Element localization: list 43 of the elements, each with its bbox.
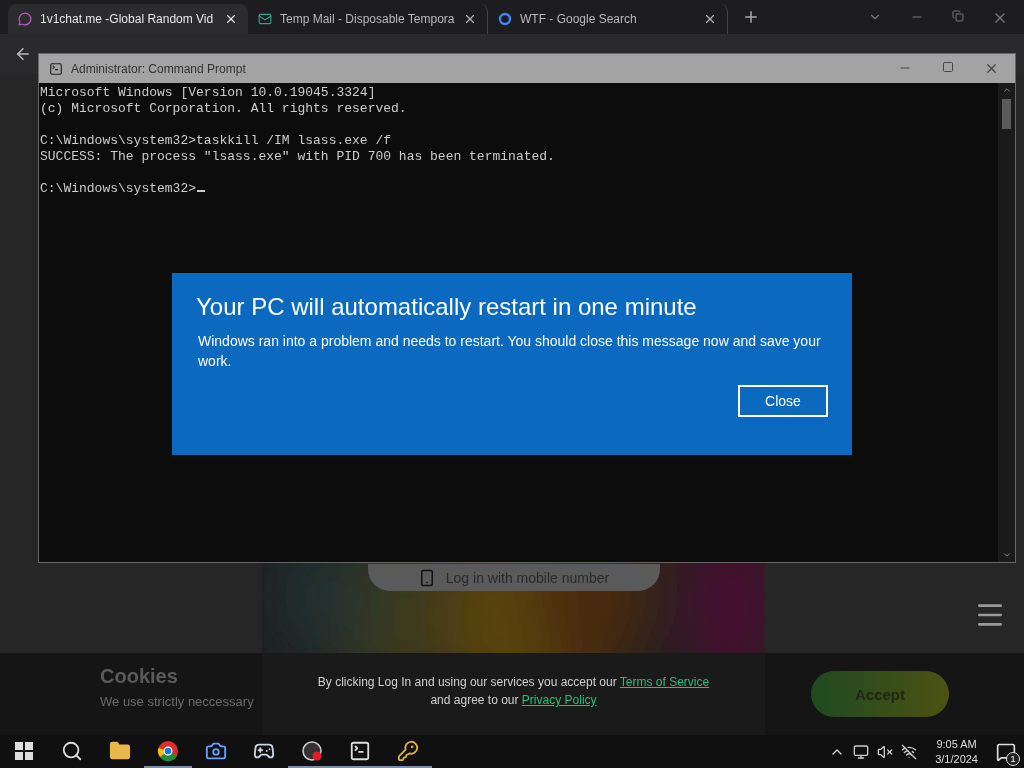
console-line: C:\Windows\system32> <box>40 181 197 196</box>
scroll-up-icon[interactable] <box>1001 85 1012 95</box>
terms-link[interactable]: Terms of Service <box>619 675 710 689</box>
scroll-down-icon[interactable] <box>1001 550 1012 560</box>
close-icon[interactable] <box>463 12 477 26</box>
restore-icon[interactable] <box>952 10 964 22</box>
mail-icon <box>258 12 272 26</box>
keys-icon[interactable] <box>397 739 419 762</box>
terminal-icon <box>49 61 63 76</box>
console-line: (c) Microsoft Corporation. All rights reserved. <box>40 101 407 116</box>
browser-tab[interactable]: 1v1chat.me -Global Random Vid <box>8 4 248 34</box>
window-title: Administrator: Command Prompt <box>71 61 246 76</box>
close-button[interactable]: Close <box>738 385 828 417</box>
console-line: Microsoft Windows [Version 10.0.19045.3324] <box>40 85 376 100</box>
scroll-thumb[interactable] <box>1002 99 1011 129</box>
windows-icon[interactable] <box>15 741 33 760</box>
console-line: SUCCESS: The process "lsass.exe" with PID 700 has been terminated. <box>40 149 555 164</box>
notification-icon[interactable] <box>996 741 1016 762</box>
text-cursor <box>197 190 206 192</box>
close-icon[interactable] <box>703 12 717 26</box>
cookies-title: Cookies <box>100 665 179 688</box>
clock[interactable]: 9:05 AM 3/1/2024 <box>925 736 988 767</box>
browser-icon[interactable] <box>157 739 179 762</box>
new-tab-icon[interactable] <box>742 8 760 26</box>
record-icon[interactable] <box>301 739 323 762</box>
back-icon[interactable] <box>14 45 32 63</box>
search-icon[interactable] <box>61 739 83 762</box>
console-line: C:\Windows\system32>taskkill /IM lsass.exe /f <box>40 133 392 148</box>
cookies-text: We use strictly neccessary <box>100 694 255 709</box>
scrollbar[interactable] <box>998 83 1015 562</box>
dialog-title: Your PC will automatically restart in one minute <box>196 293 698 321</box>
wifi-off-icon[interactable] <box>901 743 918 760</box>
terminal-icon[interactable] <box>349 739 371 762</box>
chat-icon <box>18 12 32 26</box>
network-icon[interactable] <box>853 743 870 760</box>
maximize-icon[interactable] <box>942 61 954 73</box>
folder-icon[interactable] <box>109 739 131 762</box>
notification-count: 1 <box>1006 751 1020 766</box>
privacy-link[interactable]: Privacy Policy <box>521 693 597 707</box>
muted-speaker-icon[interactable] <box>877 743 894 760</box>
close-icon[interactable] <box>224 12 238 26</box>
dialog-message: Windows ran into a problem and needs to restart. You should close this message now and save your work. <box>198 332 822 371</box>
consent-text: By clicking Log In and using our services you accept our Terms of Service and agree to our Privacy Policy <box>262 653 765 735</box>
